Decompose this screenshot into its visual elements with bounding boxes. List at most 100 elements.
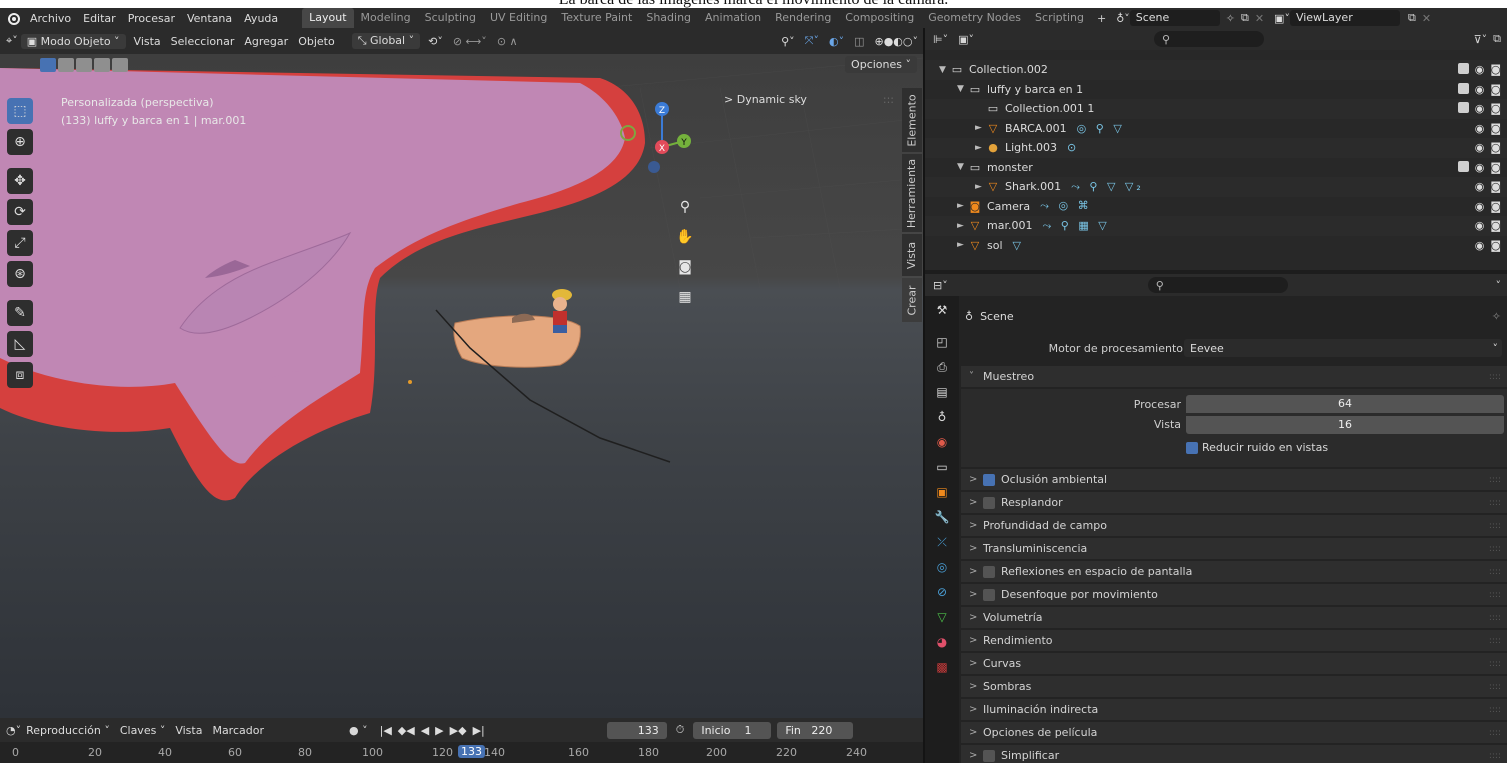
menu-editar[interactable]: Editar <box>77 12 122 25</box>
viewlayer-selector[interactable]: ▣˅ ViewLayer <box>1274 10 1400 26</box>
tab-layout[interactable]: Layout <box>302 8 354 28</box>
clock-icon[interactable]: ⏱ <box>676 723 685 737</box>
panel-rendimiento[interactable]: > Rendimiento:::: <box>961 630 1507 651</box>
panel-checkbox[interactable] <box>983 749 995 762</box>
eye-icon[interactable]: ◉ <box>1475 180 1485 193</box>
select-box-tool-icon[interactable]: ⬚ <box>7 98 33 124</box>
pin-icon[interactable]: ✧ <box>1226 12 1235 25</box>
menu-reproduccion[interactable]: Reproducción ˅ <box>21 724 115 737</box>
select-mode-icons[interactable] <box>40 58 128 72</box>
world-tab-icon[interactable]: ◉ <box>928 431 956 453</box>
tab-elemento[interactable]: Elemento <box>902 88 922 152</box>
panel-opciones-de-pel-cula[interactable]: > Opciones de película:::: <box>961 722 1507 743</box>
options-dropdown[interactable]: Opciones ˅ <box>845 56 917 73</box>
render-camera-icon[interactable]: ◙ <box>1490 180 1501 193</box>
pan-hand-icon[interactable]: ✋ <box>674 226 696 248</box>
tab-vista[interactable]: Vista <box>902 234 922 276</box>
particles-tab-icon[interactable]: ⤫ <box>928 531 956 553</box>
scene-selector[interactable]: ♁˅ Scene <box>1116 10 1220 26</box>
menu-procesar[interactable]: Procesar <box>122 12 181 25</box>
render-camera-icon[interactable]: ◙ <box>1490 83 1501 96</box>
disclosure-triangle-icon[interactable]: ► <box>975 143 985 153</box>
scene-field[interactable]: Scene <box>1129 10 1220 26</box>
menu-vista[interactable]: Vista <box>129 35 166 48</box>
panel-simplificar[interactable]: > Simplificar:::: <box>961 745 1507 763</box>
engine-dropdown[interactable]: Eevee ˅ <box>1184 339 1502 357</box>
start-frame-field[interactable]: Inicio 1 <box>693 721 772 739</box>
eye-icon[interactable]: ◉ <box>1475 141 1485 154</box>
play-icon[interactable]: ▶ <box>435 724 443 737</box>
scale-tool-icon[interactable]: ⤢ <box>7 230 33 256</box>
blender-logo-icon[interactable] <box>6 11 20 25</box>
texture-tab-icon[interactable]: ▩ <box>928 656 956 678</box>
data-tab-icon[interactable]: ▽ <box>928 606 956 628</box>
eye-icon[interactable]: ◉ <box>1475 219 1485 232</box>
display-mode-icon[interactable]: ▣˅ <box>958 33 974 46</box>
viewlayer-field[interactable]: ViewLayer <box>1289 10 1400 26</box>
properties-search[interactable]: ⚲ <box>1147 277 1288 293</box>
panel-desenfoque-por-movimiento[interactable]: > Desenfoque por movimiento:::: <box>961 584 1507 605</box>
ortho-grid-icon[interactable]: ▦ <box>674 286 696 308</box>
end-frame-field[interactable]: Fin 220 <box>777 721 854 739</box>
physics-tab-icon[interactable]: ◎ <box>928 556 956 578</box>
render-camera-icon[interactable]: ◙ <box>1490 141 1501 154</box>
editor-type-icon[interactable]: ⌖˅ <box>6 34 18 48</box>
menu-seleccionar[interactable]: Seleccionar <box>166 35 240 48</box>
props-options-icon[interactable]: ˅ <box>1496 279 1502 292</box>
reducir-checkbox[interactable]: Reducir ruido en vistas <box>1186 441 1328 454</box>
disclosure-triangle-icon[interactable]: ► <box>957 240 967 250</box>
panel-checkbox[interactable] <box>983 565 995 578</box>
cursor-tool-icon[interactable]: ⊕ <box>7 129 33 155</box>
tab-herramienta[interactable]: Herramienta <box>902 154 922 232</box>
eye-icon[interactable]: ◉ <box>1475 102 1485 115</box>
xray-icon[interactable]: ◫ <box>849 35 869 48</box>
output-tab-icon[interactable]: ⎙ <box>928 356 956 378</box>
new-viewlayer-icon[interactable]: ⧉ <box>1408 11 1416 25</box>
outliner-row[interactable]: ► ▽ Shark.001 ⤳ ⚲ ▽ ▽₂ ◉ ◙ <box>925 177 1507 197</box>
navigation-gizmo[interactable]: Z Y X <box>620 95 695 190</box>
tab-animation[interactable]: Animation <box>698 8 768 28</box>
tab-geometry-nodes[interactable]: Geometry Nodes <box>921 8 1028 28</box>
prev-key-icon[interactable]: ◆◀ <box>398 724 415 737</box>
mode-dropdown[interactable]: ▣ Modo Objeto ˅ <box>20 33 126 49</box>
panel-muestreo[interactable]: ˅ Muestreo:::: <box>961 366 1507 387</box>
constraints-tab-icon[interactable]: ⊘ <box>928 581 956 603</box>
delete-viewlayer-icon[interactable]: ✕ <box>1422 12 1431 25</box>
exclude-checkbox-icon[interactable] <box>1457 102 1469 114</box>
menu-archivo[interactable]: Archivo <box>24 12 77 25</box>
eye-icon[interactable]: ◉ <box>1475 200 1485 213</box>
properties-editor-icon[interactable]: ⊟˅ <box>933 279 948 292</box>
panel-reflexiones-en-espacio-de-pantalla[interactable]: > Reflexiones en espacio de pantalla:::: <box>961 561 1507 582</box>
new-scene-icon[interactable]: ⧉ <box>1241 11 1249 25</box>
render-tab-icon[interactable]: ◰ <box>928 331 956 353</box>
panel-transluminiscencia[interactable]: > Transluminiscencia:::: <box>961 538 1507 559</box>
panel-checkbox[interactable] <box>983 588 995 601</box>
render-camera-icon[interactable]: ◙ <box>1490 122 1501 135</box>
tab-uv-editing[interactable]: UV Editing <box>483 8 554 28</box>
add-workspace-icon[interactable]: + <box>1091 12 1112 25</box>
tab-modeling[interactable]: Modeling <box>354 8 418 28</box>
menu-claves[interactable]: Claves ˅ <box>115 724 171 737</box>
vista-field[interactable]: 16 <box>1186 416 1504 434</box>
sidebar-panel-header[interactable]: > Dynamic sky ::: <box>714 88 904 110</box>
outliner-row[interactable]: ► ▽ mar.001 ⤳ ⚲ ▦ ▽ ◉ ◙ <box>925 216 1507 236</box>
proportional-icon[interactable]: ⊙ ∧ <box>492 35 523 48</box>
disclosure-triangle-icon[interactable]: ▼ <box>957 84 967 94</box>
visibility-icon[interactable]: ⚲˅ <box>776 35 800 48</box>
filter-icon[interactable]: ⊽˅ <box>1474 33 1488 46</box>
tab-rendering[interactable]: Rendering <box>768 8 838 28</box>
scene-tab-icon[interactable]: ♁ <box>928 406 956 428</box>
outliner-row[interactable]: ▼ ▭ Collection.002 ◉ ◙ <box>925 60 1507 80</box>
timeline-ruler[interactable]: 0 20 40 60 80 100 120 133 140 160 180 20… <box>0 742 923 763</box>
panel-resplandor[interactable]: > Resplandor:::: <box>961 492 1507 513</box>
panel-profundidad-de-campo[interactable]: > Profundidad de campo:::: <box>961 515 1507 536</box>
render-camera-icon[interactable]: ◙ <box>1490 161 1501 174</box>
disclosure-triangle-icon[interactable]: ► <box>975 123 985 133</box>
material-tab-icon[interactable]: ◕ <box>928 631 956 653</box>
tab-scripting[interactable]: Scripting <box>1028 8 1091 28</box>
snap-icon[interactable]: ⊘ ⟷˅ <box>448 35 492 48</box>
tool-tab-icon[interactable]: ⚒ <box>928 299 956 321</box>
eye-icon[interactable]: ◉ <box>1475 122 1485 135</box>
menu-marcador[interactable]: Marcador <box>207 724 269 737</box>
record-icon[interactable]: ● ˅ <box>349 724 368 737</box>
